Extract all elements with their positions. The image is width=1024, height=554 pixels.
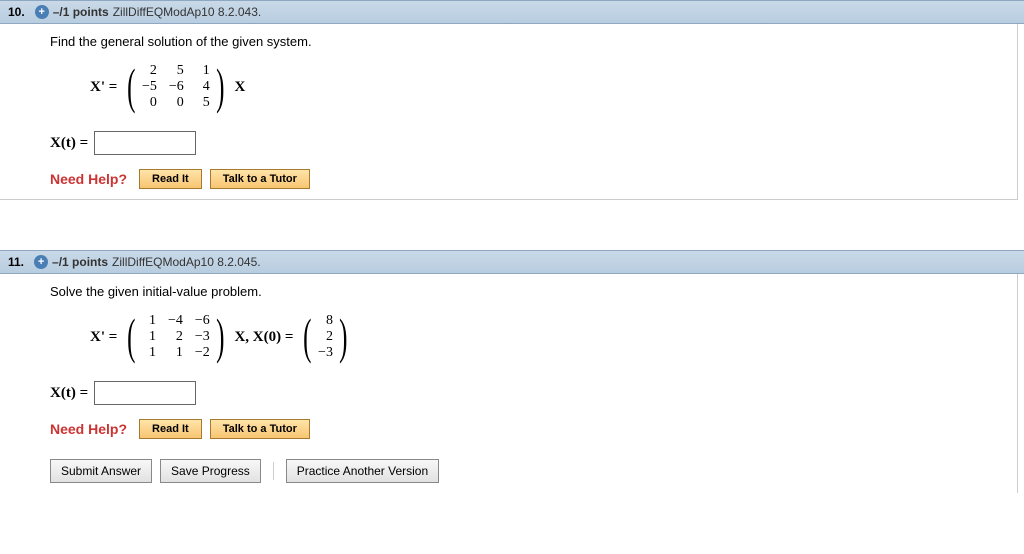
points-label: –/1 points [53,5,109,19]
talk-to-tutor-button[interactable]: Talk to a Tutor [210,419,310,439]
expand-icon[interactable]: + [35,5,49,19]
read-it-button[interactable]: Read It [139,169,202,189]
practice-another-button[interactable]: Practice Another Version [286,459,439,483]
paren-right-icon: ) [339,311,347,363]
lhs: X' = [90,79,117,96]
question-header: 10. + –/1 points ZillDiffEQModAp10 8.2.0… [0,0,1024,24]
vector-x0: ( 8 2 −3 ) [299,311,351,363]
source-label: ZillDiffEQModAp10 8.2.045. [112,255,261,269]
need-help-label: Need Help? [50,171,127,187]
answer-row: X(t) = [50,131,1017,155]
equation: X' = ( 1−4−6 12−3 11−2 ) X, X(0) = ( 8 2… [90,311,1017,363]
question-number: 10. [8,5,25,19]
paren-left-icon: ( [127,61,135,113]
matrix-grid: 1−4−6 12−3 11−2 [140,311,212,363]
submit-answer-button[interactable]: Submit Answer [50,459,152,483]
action-bar: Submit Answer Save Progress Practice Ano… [50,459,1017,483]
question-11: 11. + –/1 points ZillDiffEQModAp10 8.2.0… [0,250,1024,493]
divider [273,462,274,480]
rhs: X [234,79,245,96]
matrix-grid: 251 −5−64 005 [140,61,212,113]
expand-icon[interactable]: + [34,255,48,269]
matrix-A: ( 1−4−6 12−3 11−2 ) [123,311,228,363]
source-label: ZillDiffEQModAp10 8.2.043. [113,5,262,19]
question-header: 11. + –/1 points ZillDiffEQModAp10 8.2.0… [0,250,1024,274]
mid: X, X(0) = [234,329,293,346]
question-number: 11. [8,255,24,269]
question-body: Solve the given initial-value problem. X… [0,274,1018,493]
paren-left-icon: ( [304,311,312,363]
need-help-row: Need Help? Read It Talk to a Tutor [50,419,1017,439]
matrix: ( 251 −5−64 005 ) [123,61,228,113]
paren-right-icon: ) [216,311,224,363]
answer-label: X(t) = [50,135,88,152]
equation: X' = ( 251 −5−64 005 ) X [90,61,1017,113]
need-help-row: Need Help? Read It Talk to a Tutor [50,169,1017,189]
prompt-text: Solve the given initial-value problem. [50,284,1017,299]
answer-label: X(t) = [50,385,88,402]
talk-to-tutor-button[interactable]: Talk to a Tutor [210,169,310,189]
paren-left-icon: ( [127,311,135,363]
prompt-text: Find the general solution of the given s… [50,34,1017,49]
answer-input[interactable] [94,381,196,405]
answer-input[interactable] [94,131,196,155]
answer-row: X(t) = [50,381,1017,405]
points-label: –/1 points [52,255,108,269]
lhs: X' = [90,329,117,346]
vector-grid: 8 2 −3 [316,311,335,363]
read-it-button[interactable]: Read It [139,419,202,439]
need-help-label: Need Help? [50,421,127,437]
question-body: Find the general solution of the given s… [0,24,1018,200]
paren-right-icon: ) [216,61,224,113]
save-progress-button[interactable]: Save Progress [160,459,261,483]
question-10: 10. + –/1 points ZillDiffEQModAp10 8.2.0… [0,0,1024,200]
